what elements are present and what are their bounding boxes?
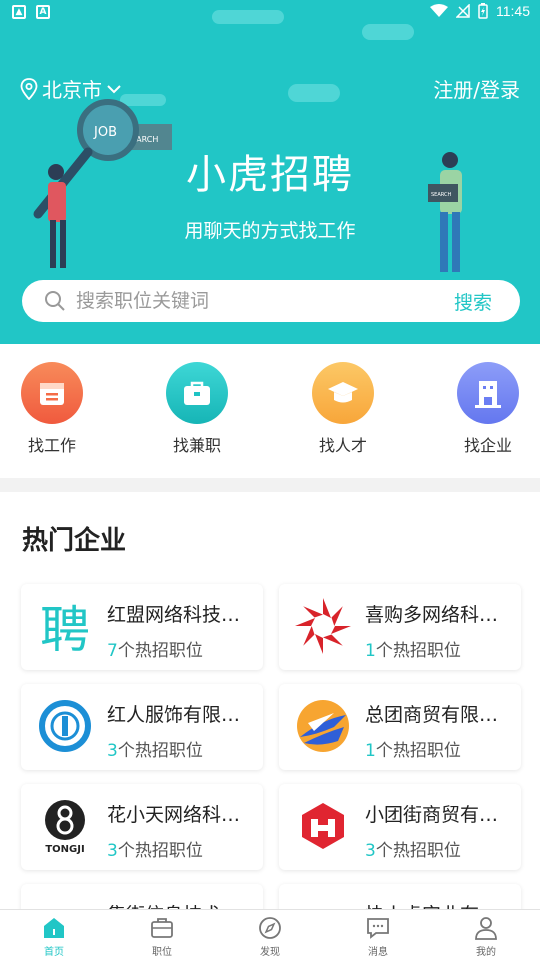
- nav-label: 职位: [152, 947, 172, 958]
- company-logo: TONGJI: [35, 796, 95, 856]
- job-count-suffix: 个热招职位: [117, 741, 203, 761]
- company-card[interactable]: 喜购多网络科技有限公司 1个热招职位: [279, 584, 521, 670]
- company-name: 红盟网络科技有限公司: [107, 604, 252, 626]
- entry-label: 找企业: [463, 436, 512, 455]
- job-count-number: 3: [107, 741, 118, 761]
- search-input[interactable]: [76, 290, 426, 312]
- company-logo: [293, 596, 353, 656]
- company-card[interactable]: TONGJI 花小天网络科技有限公司 3个热招职位: [21, 784, 263, 870]
- illustration-job-text: JOB: [93, 125, 117, 140]
- search-icon: [45, 291, 65, 311]
- company-card[interactable]: 总团商贸有限公司 1个热招职位: [279, 684, 521, 770]
- tongji-logo-text: TONGJI: [45, 844, 84, 855]
- nav-label: 发现: [260, 947, 280, 958]
- company-logo: 聘: [35, 596, 95, 659]
- company-logo: [293, 796, 353, 856]
- nav-label: 消息: [368, 947, 388, 958]
- company-name: 总团商贸有限公司: [365, 704, 510, 726]
- city-selector[interactable]: 北京市: [20, 74, 122, 103]
- company-logo: [35, 696, 95, 756]
- bottom-navigation: 首页 职位 发现 消息 我的: [0, 909, 540, 960]
- job-count: 3个热招职位: [107, 836, 203, 861]
- job-count: 1个热招职位: [365, 736, 461, 761]
- company-logo: [293, 696, 353, 756]
- job-count-number: 1: [365, 641, 376, 661]
- company-name: 红人服饰有限公司: [107, 704, 252, 726]
- entry-find-talent[interactable]: 找人才: [303, 362, 383, 456]
- cloud-decoration: [212, 10, 284, 24]
- job-count-number: 1: [365, 741, 376, 761]
- search-button[interactable]: 搜索: [454, 288, 492, 315]
- compass-icon: [259, 917, 281, 939]
- job-count-suffix: 个热招职位: [117, 841, 203, 861]
- clock: 11:45: [496, 3, 530, 19]
- building-icon: [457, 362, 519, 424]
- hire-logo-text: 聘: [40, 601, 90, 659]
- red-cube-logo-icon: [302, 803, 344, 849]
- job-count: 7个热招职位: [107, 636, 203, 661]
- job-count: 3个热招职位: [107, 736, 203, 761]
- job-count-suffix: 个热招职位: [375, 841, 461, 861]
- message-icon: [367, 918, 389, 939]
- app-screen: ▲ A 11:45 SEARCH JOB SEARCH 北京市 注册/登录 小虎…: [0, 0, 540, 960]
- job-count-number: 3: [107, 841, 118, 861]
- tongji-logo-icon: TONGJI: [45, 800, 85, 855]
- location-pin-icon: [20, 77, 38, 100]
- wifi-icon: [430, 4, 448, 17]
- calendar-icon: [21, 362, 83, 424]
- hero-banner: ▲ A 11:45 SEARCH JOB SEARCH 北京市 注册/登录 小虎…: [0, 0, 540, 344]
- job-count-suffix: 个热招职位: [375, 741, 461, 761]
- job-count-number: 3: [365, 841, 376, 861]
- entry-label: 找人才: [318, 436, 367, 455]
- job-count-number: 7: [107, 641, 118, 661]
- nav-messages[interactable]: 消息: [348, 915, 408, 958]
- nav-home[interactable]: 首页: [24, 915, 84, 958]
- company-name: 喜购多网络科技有限公司: [365, 604, 510, 626]
- home-icon: [44, 918, 64, 938]
- nav-profile[interactable]: 我的: [456, 915, 516, 958]
- red-flower-logo-icon: [295, 598, 351, 654]
- job-count: 1个热招职位: [365, 636, 461, 661]
- cloud-decoration: [288, 84, 340, 102]
- entry-find-company[interactable]: 找企业: [448, 362, 528, 456]
- nav-label: 我的: [476, 947, 496, 958]
- job-count-suffix: 个热招职位: [375, 641, 461, 661]
- graduation-cap-icon: [312, 362, 374, 424]
- job-count: 3个热招职位: [365, 836, 461, 861]
- nav-jobs[interactable]: 职位: [132, 915, 192, 958]
- blue-circle-logo-icon: [39, 700, 91, 752]
- nav-discover[interactable]: 发现: [240, 915, 300, 958]
- entry-label: 找工作: [27, 436, 76, 455]
- cloud-decoration: [362, 24, 414, 40]
- nav-label: 首页: [44, 947, 64, 958]
- entry-find-parttime[interactable]: 找兼职: [157, 362, 237, 456]
- quick-entries: 找工作 找兼职 找人才 找企业: [0, 344, 540, 478]
- entry-label: 找兼职: [172, 436, 221, 455]
- app-title: 小虎招聘: [186, 152, 354, 198]
- company-card[interactable]: 聘 红盟网络科技有限公司 7个热招职位: [21, 584, 263, 670]
- section-title: 热门企业: [22, 526, 127, 556]
- app-notification-icon: A: [36, 5, 50, 19]
- z-swoosh-logo-icon: [297, 700, 349, 752]
- briefcase-icon: [151, 918, 173, 938]
- battery-icon: [478, 3, 488, 19]
- company-card[interactable]: 小团街商贸有限公司 3个热招职位: [279, 784, 521, 870]
- job-count-suffix: 个热招职位: [117, 641, 203, 661]
- user-icon: [475, 917, 497, 940]
- company-card[interactable]: 红人服饰有限公司 3个热招职位: [21, 684, 263, 770]
- entry-find-job[interactable]: 找工作: [12, 362, 92, 456]
- login-register-link[interactable]: 注册/登录: [433, 74, 520, 103]
- app-subtitle: 用聊天的方式找工作: [184, 220, 356, 242]
- city-label: 北京市: [42, 78, 102, 102]
- chevron-down-icon: [107, 84, 121, 93]
- gallery-notification-icon: ▲: [12, 5, 26, 19]
- company-name: 花小天网络科技有限公司: [107, 804, 252, 826]
- briefcase-icon: [166, 362, 228, 424]
- signal-icon: [456, 4, 470, 18]
- company-name: 小团街商贸有限公司: [365, 804, 510, 826]
- section-divider: [0, 478, 540, 492]
- search-bar: 搜索: [22, 280, 520, 322]
